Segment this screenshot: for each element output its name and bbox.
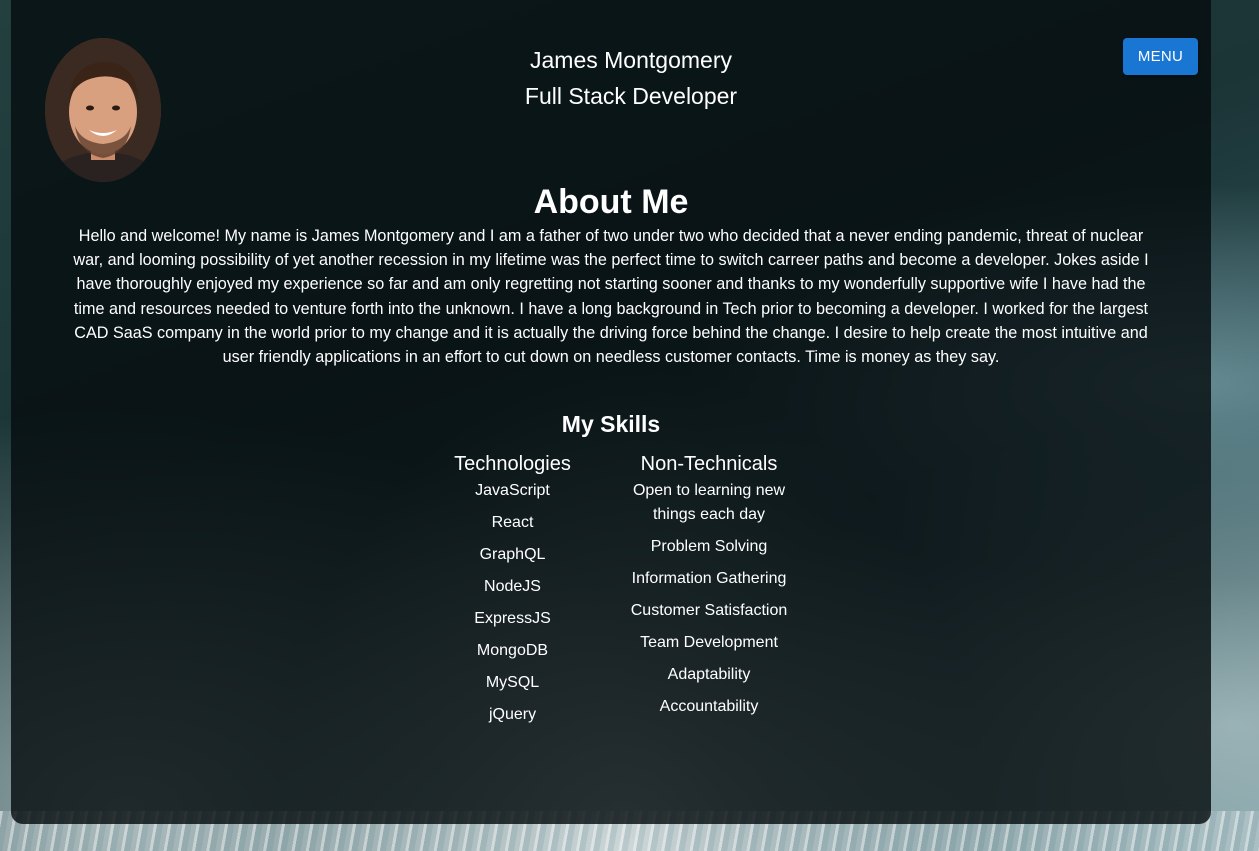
developer-role: Full Stack Developer [524, 83, 738, 109]
skills-title: My Skills [561, 411, 661, 437]
skill-item: Accountability [659, 698, 759, 715]
developer-name: James Montgomery [530, 47, 732, 73]
skill-item: Adaptability [667, 666, 751, 683]
skill-item: jQuery [488, 706, 537, 723]
about-title: About Me [533, 183, 689, 221]
skill-item: Customer Satisfaction [630, 602, 788, 619]
menu-button[interactable]: MENU [1123, 38, 1198, 75]
skill-item: Information Gathering [631, 570, 787, 587]
skill-item: Team Development [640, 634, 778, 651]
header-title: James Montgomery Full Stack Developer [11, 42, 1211, 114]
skill-item: React [491, 514, 534, 531]
avatar [45, 38, 161, 182]
technologies-heading: Technologies [454, 453, 571, 475]
non-technicals-column: Non-Technicals Open to learning new thin… [622, 450, 796, 727]
skill-item: JavaScript [475, 482, 550, 499]
skill-item: Problem Solving [650, 538, 768, 555]
profile-photo-icon [45, 38, 161, 182]
skill-item: MongoDB [476, 642, 549, 659]
skill-item: GraphQL [479, 546, 546, 563]
about-text: Hello and welcome! My name is James Mont… [73, 227, 1149, 367]
skill-item: MySQL [485, 674, 540, 691]
skill-item: Open to learning new things each day [632, 482, 786, 523]
skill-item: NodeJS [484, 578, 541, 595]
skill-item: ExpressJS [474, 610, 551, 627]
non-technicals-heading: Non-Technicals [640, 453, 778, 475]
technologies-column: Technologies JavaScript React GraphQL No… [440, 450, 585, 735]
